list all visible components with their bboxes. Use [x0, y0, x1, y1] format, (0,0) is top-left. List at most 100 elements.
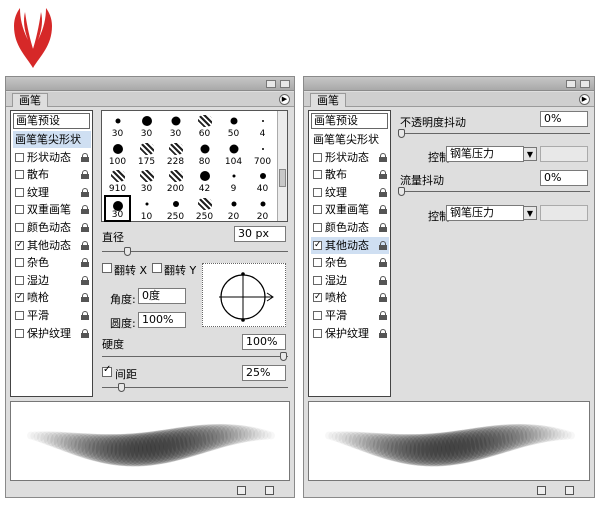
toggle-panel-icon[interactable] — [237, 486, 246, 495]
sidebar-item-checkbox[interactable] — [313, 187, 322, 197]
brush-tip-cell[interactable]: 40 — [249, 167, 276, 194]
minimize-button[interactable] — [266, 80, 276, 88]
panel-titlebar[interactable] — [304, 77, 594, 91]
sidebar-item-checkbox[interactable] — [313, 275, 322, 285]
brush-tip-cell[interactable]: 30 — [133, 167, 160, 194]
sidebar-item[interactable]: 颜色动态 — [311, 219, 389, 236]
lock-icon[interactable] — [379, 152, 387, 162]
lock-icon[interactable] — [81, 205, 89, 215]
panel-titlebar[interactable] — [6, 77, 294, 91]
hardness-slider-knob[interactable] — [280, 352, 287, 361]
brush-tip-cell[interactable]: 20 — [220, 195, 247, 222]
tab-brushes[interactable]: 画笔 — [310, 93, 346, 107]
lock-icon[interactable] — [81, 223, 89, 232]
sidebar-item[interactable]: 湿边 — [13, 272, 91, 289]
brush-tip-cell[interactable]: 700 — [249, 140, 276, 167]
brush-grid-scrollbar[interactable] — [277, 111, 287, 221]
sidebar-item[interactable]: 其他动态 — [13, 237, 91, 254]
sidebar-item-checkbox[interactable] — [15, 223, 24, 232]
sidebar-item[interactable]: 双重画笔 — [311, 201, 389, 218]
flow-jitter-slider[interactable] — [398, 187, 590, 196]
lock-icon[interactable] — [81, 293, 89, 303]
brush-tip-cell[interactable]: 30 — [104, 194, 131, 222]
lock-icon[interactable] — [379, 187, 387, 197]
sidebar-item[interactable]: 保护纹理 — [13, 325, 91, 342]
minimize-button[interactable] — [566, 80, 576, 88]
sidebar-item[interactable]: 平滑 — [13, 307, 91, 324]
lock-icon[interactable] — [379, 328, 387, 338]
sidebar-item-checkbox[interactable] — [15, 205, 24, 215]
sidebar-item[interactable]: 纹理 — [311, 184, 389, 201]
sidebar-item[interactable]: 散布 — [311, 166, 389, 183]
sidebar-item[interactable]: 画笔笔尖形状 — [311, 131, 389, 148]
toggle-panel-icon[interactable] — [537, 486, 546, 495]
brush-tip-cell[interactable]: 80 — [191, 140, 218, 167]
lock-icon[interactable] — [81, 152, 89, 162]
brush-tip-cell[interactable]: 4 — [249, 112, 276, 139]
sidebar-item-checkbox[interactable] — [15, 311, 24, 320]
chevron-down-icon[interactable]: ▼ — [523, 147, 537, 161]
sidebar-item[interactable]: 形状动态 — [13, 149, 91, 166]
sidebar-item[interactable]: 杂色 — [311, 254, 389, 271]
angle-input[interactable]: 0度 — [138, 288, 186, 304]
roundness-input[interactable]: 100% — [138, 312, 186, 328]
flip-y-checkbox[interactable] — [152, 263, 162, 273]
lock-icon[interactable] — [81, 311, 89, 320]
spacing-slider[interactable] — [102, 383, 288, 392]
flow-jitter-input[interactable]: 0% — [540, 170, 588, 186]
sidebar-item-checkbox[interactable] — [15, 237, 24, 254]
brush-tip-cell[interactable]: 104 — [220, 140, 247, 167]
brush-tip-cell[interactable]: 250 — [191, 195, 218, 222]
sidebar-item-checkbox[interactable] — [15, 152, 24, 162]
sidebar-item-checkbox[interactable] — [313, 170, 322, 180]
lock-icon[interactable] — [379, 311, 387, 320]
sidebar-item-checkbox[interactable] — [313, 152, 322, 162]
scrollbar-thumb[interactable] — [279, 169, 286, 187]
sidebar-item-checkbox[interactable] — [15, 289, 24, 306]
opacity-control-dropdown[interactable]: 钢笔压力 — [446, 146, 524, 162]
sidebar-item[interactable]: 颜色动态 — [13, 219, 91, 236]
panel-menu-button[interactable]: ▶ — [579, 94, 590, 105]
lock-icon[interactable] — [379, 223, 387, 232]
brush-tip-cell[interactable]: 50 — [220, 112, 247, 139]
sidebar-item[interactable]: 散布 — [13, 166, 91, 183]
sidebar-item-checkbox[interactable] — [15, 170, 24, 180]
opacity-jitter-slider[interactable] — [398, 129, 590, 138]
brush-tip-cell[interactable]: 42 — [191, 167, 218, 194]
lock-icon[interactable] — [379, 275, 387, 285]
sidebar-item-checkbox[interactable] — [313, 328, 322, 338]
trash-icon[interactable] — [565, 486, 574, 495]
lock-icon[interactable] — [81, 170, 89, 180]
brush-tip-cell[interactable]: 30 — [133, 112, 160, 139]
brush-tip-cell[interactable]: 30 — [162, 112, 189, 139]
panel-menu-button[interactable]: ▶ — [279, 94, 290, 105]
spacing-slider-knob[interactable] — [118, 383, 125, 392]
sidebar-item[interactable]: 纹理 — [13, 184, 91, 201]
brush-tip-cell[interactable]: 175 — [133, 140, 160, 167]
brush-tip-cell[interactable]: 250 — [162, 195, 189, 222]
sidebar-item[interactable]: 湿边 — [311, 272, 389, 289]
diameter-slider[interactable] — [102, 247, 288, 256]
sidebar-item[interactable]: 喷枪 — [311, 289, 389, 306]
sidebar-item[interactable]: 形状动态 — [311, 149, 389, 166]
lock-icon[interactable] — [81, 328, 89, 338]
sidebar-item[interactable]: 双重画笔 — [13, 201, 91, 218]
opacity-jitter-knob[interactable] — [398, 129, 405, 138]
brush-tip-cell[interactable]: 228 — [162, 140, 189, 167]
close-button[interactable] — [280, 80, 290, 88]
sidebar-item-checkbox[interactable] — [313, 311, 322, 320]
sidebar-item[interactable]: 保护纹理 — [311, 325, 389, 342]
brush-tip-cell[interactable]: 10 — [133, 195, 160, 222]
sidebar-item-checkbox[interactable] — [313, 205, 322, 215]
sidebar-item[interactable]: 杂色 — [13, 254, 91, 271]
chevron-down-icon[interactable]: ▼ — [523, 206, 537, 220]
lock-icon[interactable] — [379, 205, 387, 215]
brush-tip-cell[interactable]: 200 — [162, 167, 189, 194]
sidebar-item-checkbox[interactable] — [15, 258, 24, 268]
flow-control-dropdown[interactable]: 钢笔压力 — [446, 205, 524, 221]
sidebar-item-checkbox[interactable] — [15, 275, 24, 285]
brush-presets-button[interactable]: 画笔预设 — [311, 113, 388, 129]
brush-tip-cell[interactable]: 100 — [104, 140, 131, 167]
lock-icon[interactable] — [81, 258, 89, 268]
lock-icon[interactable] — [379, 258, 387, 268]
